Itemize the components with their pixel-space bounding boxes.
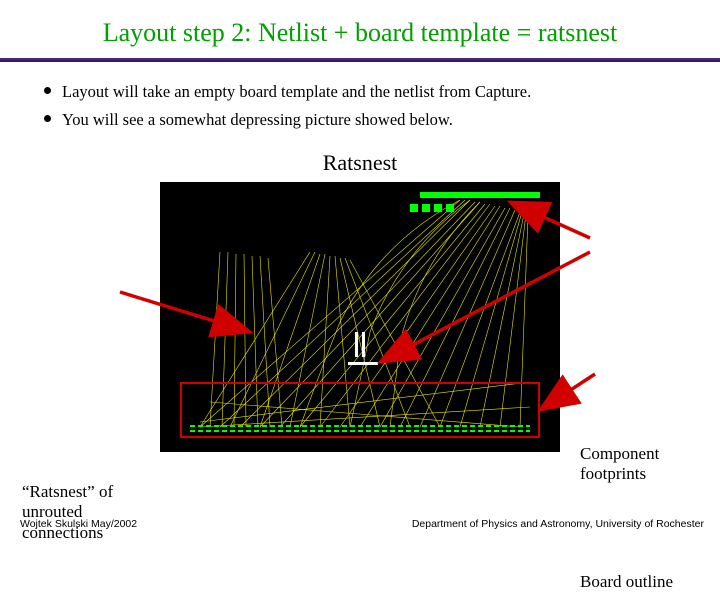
annotation-ratsnest: “Ratsnest” of unrouted connections [22, 482, 142, 543]
ratsnest-diagram [160, 182, 560, 452]
bullet-list: Layout will take an empty board template… [0, 62, 720, 142]
diagram-area: “Ratsnest” of unrouted connections Compo… [0, 182, 720, 482]
bullet-text: You will see a somewhat depressing pictu… [62, 110, 453, 129]
footprint-strip [190, 425, 530, 427]
diagram-heading: Ratsnest [0, 150, 720, 176]
footer-right: Department of Physics and Astronomy, Uni… [412, 518, 704, 530]
bullet-dot-icon [44, 87, 51, 94]
annotation-board-outline: Board outline [580, 572, 700, 592]
bullet-item: Layout will take an empty board template… [62, 80, 680, 104]
footer-left: Wojtek Skulski May/2002 [20, 518, 137, 530]
footer: Wojtek Skulski May/2002 Department of Ph… [20, 518, 704, 530]
footprint-strip [190, 430, 530, 432]
bullet-text: Layout will take an empty board template… [62, 82, 531, 101]
bullet-item: You will see a somewhat depressing pictu… [62, 108, 680, 132]
annotation-footprints: Component footprints [580, 444, 700, 485]
slide-title: Layout step 2: Netlist + board template … [0, 0, 720, 58]
bullet-dot-icon [44, 115, 51, 122]
